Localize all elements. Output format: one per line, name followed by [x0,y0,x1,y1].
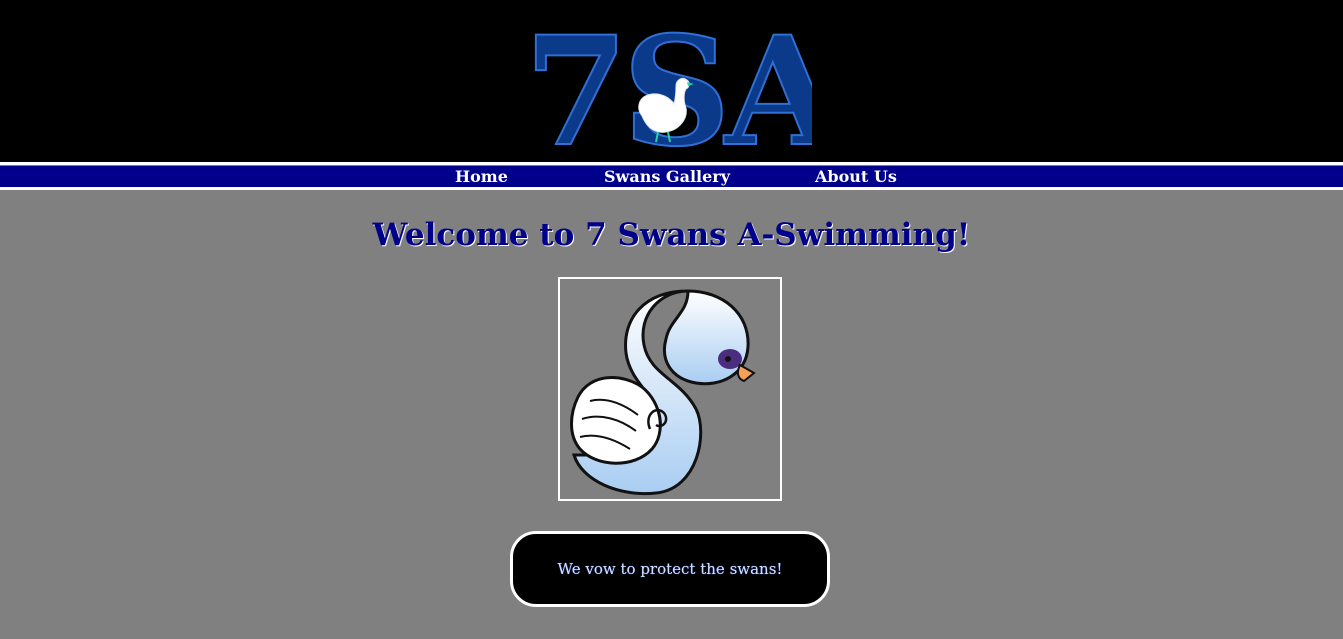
swan-image-frame [558,277,782,501]
vow-text: We vow to protect the swans! [557,560,783,578]
nav-home-link[interactable]: Home [455,167,508,187]
site-header: 7SAS [0,0,1343,162]
vow-banner: We vow to protect the swans! [510,531,830,607]
site-logo[interactable]: 7SAS [528,8,812,150]
page-title: Welcome to 7 Swans A-Swimming! [372,217,971,253]
nav-top-border [0,162,1343,165]
main-navigation: Home Swans Gallery About Us [0,166,1343,187]
nav-bottom-border [0,187,1343,190]
nav-about-us-link[interactable]: About Us [815,167,897,187]
cartoon-swan-icon [570,289,756,496]
nav-swans-gallery-link[interactable]: Swans Gallery [604,167,730,187]
